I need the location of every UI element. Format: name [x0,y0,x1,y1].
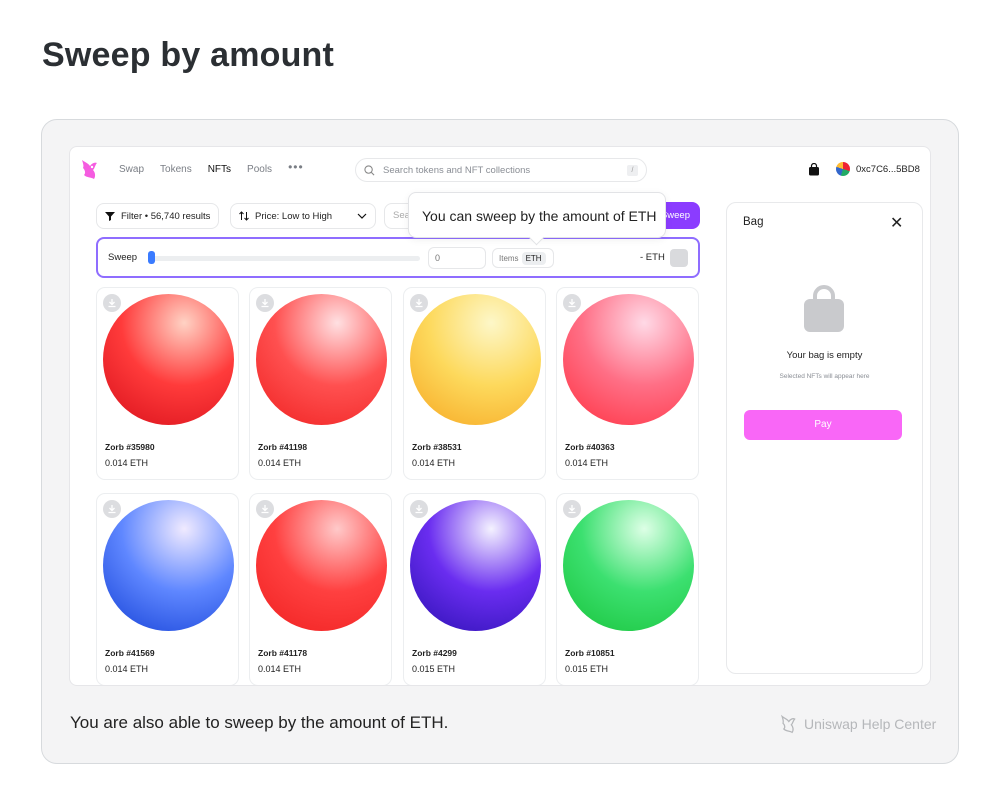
add-to-bag-icon[interactable] [103,294,121,312]
nft-name: Zorb #35980 [105,442,155,452]
nft-image [103,500,234,631]
nft-name: Zorb #41178 [258,648,308,658]
search-icon [364,164,375,175]
nav-swap[interactable]: Swap [119,164,144,175]
add-to-bag-icon[interactable] [103,500,121,518]
more-menu-icon[interactable]: ••• [288,160,304,175]
sort-dropdown[interactable]: Price: Low to High [230,203,376,229]
nft-price: 0.015 ETH [565,664,609,674]
nft-image [256,294,387,425]
uniswap-logo-icon [780,714,796,734]
nft-card[interactable]: Zorb #41198 0.014 ETH [249,287,392,480]
sweep-slider-handle[interactable] [148,251,155,264]
unit-eth-option[interactable]: ETH [521,251,546,265]
unit-items-option[interactable]: Items [499,254,519,263]
nav-pools[interactable]: Pools [247,164,272,175]
bag-panel: Bag ✕ Your bag is empty Selected NFTs wi… [726,202,923,674]
nft-image [563,500,694,631]
help-center-brand: Uniswap Help Center [778,714,936,734]
nav-nfts[interactable]: NFTs [208,164,231,175]
sweep-unit-toggle[interactable]: Items ETH [492,248,554,268]
nft-price: 0.014 ETH [412,458,456,468]
nft-image [410,500,541,631]
nft-image [563,294,694,425]
add-to-bag-icon[interactable] [563,294,581,312]
chevron-down-icon [357,213,367,219]
nft-price: 0.014 ETH [258,664,302,674]
nft-card[interactable]: Zorb #10851 0.015 ETH [556,493,699,685]
page-title: Sweep by amount [42,36,335,74]
sweep-total: - ETH [640,252,665,263]
nft-image [103,294,234,425]
app-window: Swap Tokens NFTs Pools ••• Search tokens… [69,146,931,686]
empty-bag-icon [804,285,844,332]
nft-price: 0.014 ETH [105,664,149,674]
nft-card[interactable]: Zorb #41569 0.014 ETH [96,493,239,685]
uniswap-logo-icon[interactable] [78,157,100,181]
nft-name: Zorb #41198 [258,442,308,452]
nft-card[interactable]: Zorb #38531 0.014 ETH [403,287,546,480]
add-to-bag-icon[interactable] [410,294,428,312]
nft-name: Zorb #4299 [412,648,457,658]
sweep-label: Sweep [108,252,138,263]
search-placeholder: Search tokens and NFT collections [383,164,531,176]
nft-name: Zorb #10851 [565,648,615,658]
bag-empty-subtitle: Selected NFTs will appear here [779,373,870,380]
nft-card[interactable]: Zorb #35980 0.014 ETH [96,287,239,480]
sort-arrows-icon [239,211,249,221]
nft-image [256,500,387,631]
filter-label: Filter • 56,740 results [121,210,211,222]
brand-label: Uniswap Help Center [804,716,937,732]
wallet-address: 0xc7C6...5BD8 [856,163,920,175]
sweep-amount-input[interactable]: 0 [428,247,486,269]
wallet-button[interactable]: 0xc7C6...5BD8 [836,162,920,176]
add-to-bag-icon[interactable] [256,294,274,312]
nft-name: Zorb #41569 [105,648,155,658]
nft-card[interactable]: Zorb #4299 0.015 ETH [403,493,546,685]
filter-icon [105,212,115,221]
sweep-slider-track[interactable] [150,256,420,261]
sweep-panel: Sweep 0 Items ETH - ETH [96,237,700,278]
sort-label: Price: Low to High [255,210,333,222]
nft-price: 0.014 ETH [258,458,302,468]
nft-price: 0.014 ETH [105,458,149,468]
wallet-avatar [836,162,850,176]
bag-empty-title: Your bag is empty [786,350,863,361]
nav-links: Swap Tokens NFTs Pools ••• [119,160,304,175]
search-shortcut-key: / [627,165,638,176]
sweep-confirm-checkbox[interactable] [670,249,688,267]
nft-name: Zorb #38531 [412,442,462,452]
add-to-bag-icon[interactable] [410,500,428,518]
caption: You are also able to sweep by the amount… [70,713,449,732]
nft-image [410,294,541,425]
close-icon[interactable]: ✕ [890,213,903,233]
pay-button[interactable]: Pay [744,410,902,440]
nft-card[interactable]: Zorb #40363 0.014 ETH [556,287,699,480]
nft-price: 0.014 ETH [565,458,609,468]
shopping-bag-icon[interactable] [808,163,820,176]
nft-name: Zorb #40363 [565,442,615,452]
nft-card[interactable]: Zorb #41178 0.014 ETH [249,493,392,685]
search-bar[interactable]: Search tokens and NFT collections / [355,158,647,182]
bag-title: Bag [743,216,764,228]
filter-button[interactable]: Filter • 56,740 results [96,203,220,229]
add-to-bag-icon[interactable] [256,500,274,518]
nft-price: 0.015 ETH [412,664,456,674]
top-nav: Swap Tokens NFTs Pools ••• Search tokens… [70,147,930,193]
nav-tokens[interactable]: Tokens [160,164,192,175]
add-to-bag-icon[interactable] [563,500,581,518]
